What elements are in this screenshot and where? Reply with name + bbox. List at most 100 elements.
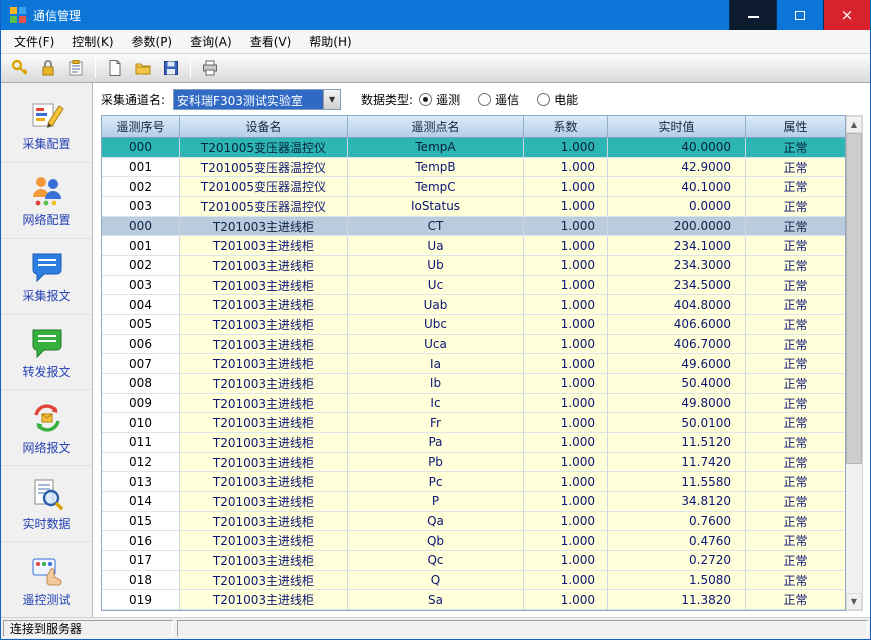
table-row[interactable]: 012T201003主进线柜Pb1.00011.7420正常 xyxy=(102,453,845,473)
table-row[interactable]: 013T201003主进线柜Pc1.00011.5580正常 xyxy=(102,472,845,492)
table-cell: 50.4000 xyxy=(608,374,746,394)
radio-telesignal[interactable]: 遥信 xyxy=(478,91,519,108)
table-cell: 006 xyxy=(102,335,180,355)
menu-control[interactable]: 控制(K) xyxy=(63,30,122,53)
table-row[interactable]: 002T201005变压器温控仪TempC1.00040.1000正常 xyxy=(102,177,845,197)
table-row[interactable]: 000T201003主进线柜CT1.000200.0000正常 xyxy=(102,217,845,237)
key-icon[interactable] xyxy=(7,56,33,80)
table-cell: 014 xyxy=(102,492,180,512)
table-row[interactable]: 015T201003主进线柜Qa1.0000.7600正常 xyxy=(102,512,845,532)
lock-icon[interactable] xyxy=(35,56,61,80)
save-icon[interactable] xyxy=(158,56,184,80)
radio-energy[interactable]: 电能 xyxy=(537,91,578,108)
table-cell: 1.000 xyxy=(524,256,608,276)
sidebar-item-realtime-data[interactable]: 实时数据 xyxy=(1,466,92,542)
sidebar-item-network-messages[interactable]: 网络报文 xyxy=(1,390,92,466)
table-cell: 正常 xyxy=(746,394,845,414)
app-window: 通信管理 × 文件(F) 控制(K) 参数(P) 查询(A) 查看(V) 帮助(… xyxy=(0,0,871,640)
table-cell: 004 xyxy=(102,295,180,315)
table-cell: 008 xyxy=(102,374,180,394)
print-icon[interactable] xyxy=(197,56,223,80)
table-header: 遥测序号 设备名 遥测点名 系数 实时值 属性 xyxy=(102,116,845,138)
table-cell: 49.8000 xyxy=(608,394,746,414)
column-header-coefficient[interactable]: 系数 xyxy=(524,116,608,138)
chevron-down-icon[interactable]: ▼ xyxy=(323,90,340,109)
status-connection: 连接到服务器 xyxy=(3,620,173,637)
table-row[interactable]: 001T201003主进线柜Ua1.000234.1000正常 xyxy=(102,236,845,256)
table-cell: T201003主进线柜 xyxy=(180,315,348,335)
table-row[interactable]: 018T201003主进线柜Q1.0001.5080正常 xyxy=(102,571,845,591)
menu-params[interactable]: 参数(P) xyxy=(123,30,182,53)
menu-help[interactable]: 帮助(H) xyxy=(300,30,360,53)
table-row[interactable]: 019T201003主进线柜Sa1.00011.3820正常 xyxy=(102,590,845,610)
table-cell: Qc xyxy=(348,551,524,571)
sidebar-item-label: 遥控测试 xyxy=(22,591,70,608)
table-row[interactable]: 004T201003主进线柜Uab1.000404.8000正常 xyxy=(102,295,845,315)
minimize-button[interactable] xyxy=(729,0,776,30)
table-cell: 正常 xyxy=(746,335,845,355)
table-cell: Fr xyxy=(348,413,524,433)
table-cell: P xyxy=(348,492,524,512)
vertical-scrollbar[interactable]: ▲ ▼ xyxy=(846,115,863,611)
table-row[interactable]: 000T201005变压器温控仪TempA1.00040.0000正常 xyxy=(102,138,845,158)
sidebar-item-collect-config[interactable]: 采集配置 xyxy=(1,87,92,163)
table-row[interactable]: 003T201003主进线柜Uc1.000234.5000正常 xyxy=(102,276,845,296)
scroll-up-icon[interactable]: ▲ xyxy=(846,116,862,133)
channel-select[interactable]: 安科瑞F303测试实验室 ▼ xyxy=(173,89,341,110)
sidebar-item-forward-messages[interactable]: 转发报文 xyxy=(1,315,92,391)
column-header-realtime-value[interactable]: 实时值 xyxy=(608,116,746,138)
maximize-button[interactable] xyxy=(776,0,823,30)
table-row[interactable]: 010T201003主进线柜Fr1.00050.0100正常 xyxy=(102,413,845,433)
table-cell: 1.000 xyxy=(524,177,608,197)
column-header-device[interactable]: 设备名 xyxy=(180,116,348,138)
column-header-seq[interactable]: 遥测序号 xyxy=(102,116,180,138)
table-row[interactable]: 002T201003主进线柜Ub1.000234.3000正常 xyxy=(102,256,845,276)
sidebar-item-remote-test[interactable]: 遥控测试 xyxy=(1,542,92,617)
scrollbar-thumb[interactable] xyxy=(846,133,862,464)
sidebar-item-collect-messages[interactable]: 采集报文 xyxy=(1,239,92,315)
table-cell: Q xyxy=(348,571,524,591)
radio-telemetry[interactable]: 遥测 xyxy=(419,91,460,108)
close-icon: × xyxy=(841,6,854,24)
new-document-icon[interactable] xyxy=(102,56,128,80)
table-cell: 007 xyxy=(102,354,180,374)
menu-view[interactable]: 查看(V) xyxy=(241,30,301,53)
table-cell: 0.2720 xyxy=(608,551,746,571)
menu-query[interactable]: 查询(A) xyxy=(181,30,241,53)
table-row[interactable]: 017T201003主进线柜Qc1.0000.2720正常 xyxy=(102,551,845,571)
datatype-group: 数据类型: 遥测 遥信 电能 xyxy=(361,91,592,108)
table-row[interactable]: 005T201003主进线柜Ubc1.000406.6000正常 xyxy=(102,315,845,335)
radio-telesignal-circle xyxy=(478,93,491,106)
table-row[interactable]: 003T201005变压器温控仪IoStatus1.0000.0000正常 xyxy=(102,197,845,217)
table-cell: 1.000 xyxy=(524,472,608,492)
table-row[interactable]: 016T201003主进线柜Qb1.0000.4760正常 xyxy=(102,531,845,551)
sidebar-item-network-config[interactable]: 网络配置 xyxy=(1,163,92,239)
data-table: 遥测序号 设备名 遥测点名 系数 实时值 属性 000T201005变压器温控仪… xyxy=(101,115,846,611)
table-row[interactable]: 014T201003主进线柜P1.00034.8120正常 xyxy=(102,492,845,512)
open-folder-icon[interactable] xyxy=(130,56,156,80)
table-cell: T201003主进线柜 xyxy=(180,472,348,492)
scrollbar-track[interactable] xyxy=(846,133,862,593)
table-cell: 34.8120 xyxy=(608,492,746,512)
sidebar-item-label: 网络配置 xyxy=(22,211,70,228)
radio-telemetry-circle xyxy=(419,93,432,106)
menu-file[interactable]: 文件(F) xyxy=(5,30,63,53)
close-button[interactable]: × xyxy=(823,0,870,30)
table-row[interactable]: 008T201003主进线柜Ib1.00050.4000正常 xyxy=(102,374,845,394)
column-header-status[interactable]: 属性 xyxy=(746,116,845,138)
clipboard-icon[interactable] xyxy=(63,56,89,80)
table-row[interactable]: 001T201005变压器温控仪TempB1.00042.9000正常 xyxy=(102,158,845,178)
statusbar: 连接到服务器 xyxy=(1,617,870,639)
table-cell: Ia xyxy=(348,354,524,374)
sidebar: 采集配置 网络配置 采集报文 转发报文 xyxy=(1,83,93,617)
table-cell: 1.000 xyxy=(524,413,608,433)
column-header-point[interactable]: 遥测点名 xyxy=(348,116,524,138)
table-row[interactable]: 009T201003主进线柜Ic1.00049.8000正常 xyxy=(102,394,845,414)
collect-config-icon xyxy=(28,96,66,132)
table-cell: 11.5120 xyxy=(608,433,746,453)
table-row[interactable]: 011T201003主进线柜Pa1.00011.5120正常 xyxy=(102,433,845,453)
scroll-down-icon[interactable]: ▼ xyxy=(846,593,862,610)
table-row[interactable]: 006T201003主进线柜Uca1.000406.7000正常 xyxy=(102,335,845,355)
table-row[interactable]: 007T201003主进线柜Ia1.00049.6000正常 xyxy=(102,354,845,374)
table-cell: 018 xyxy=(102,571,180,591)
